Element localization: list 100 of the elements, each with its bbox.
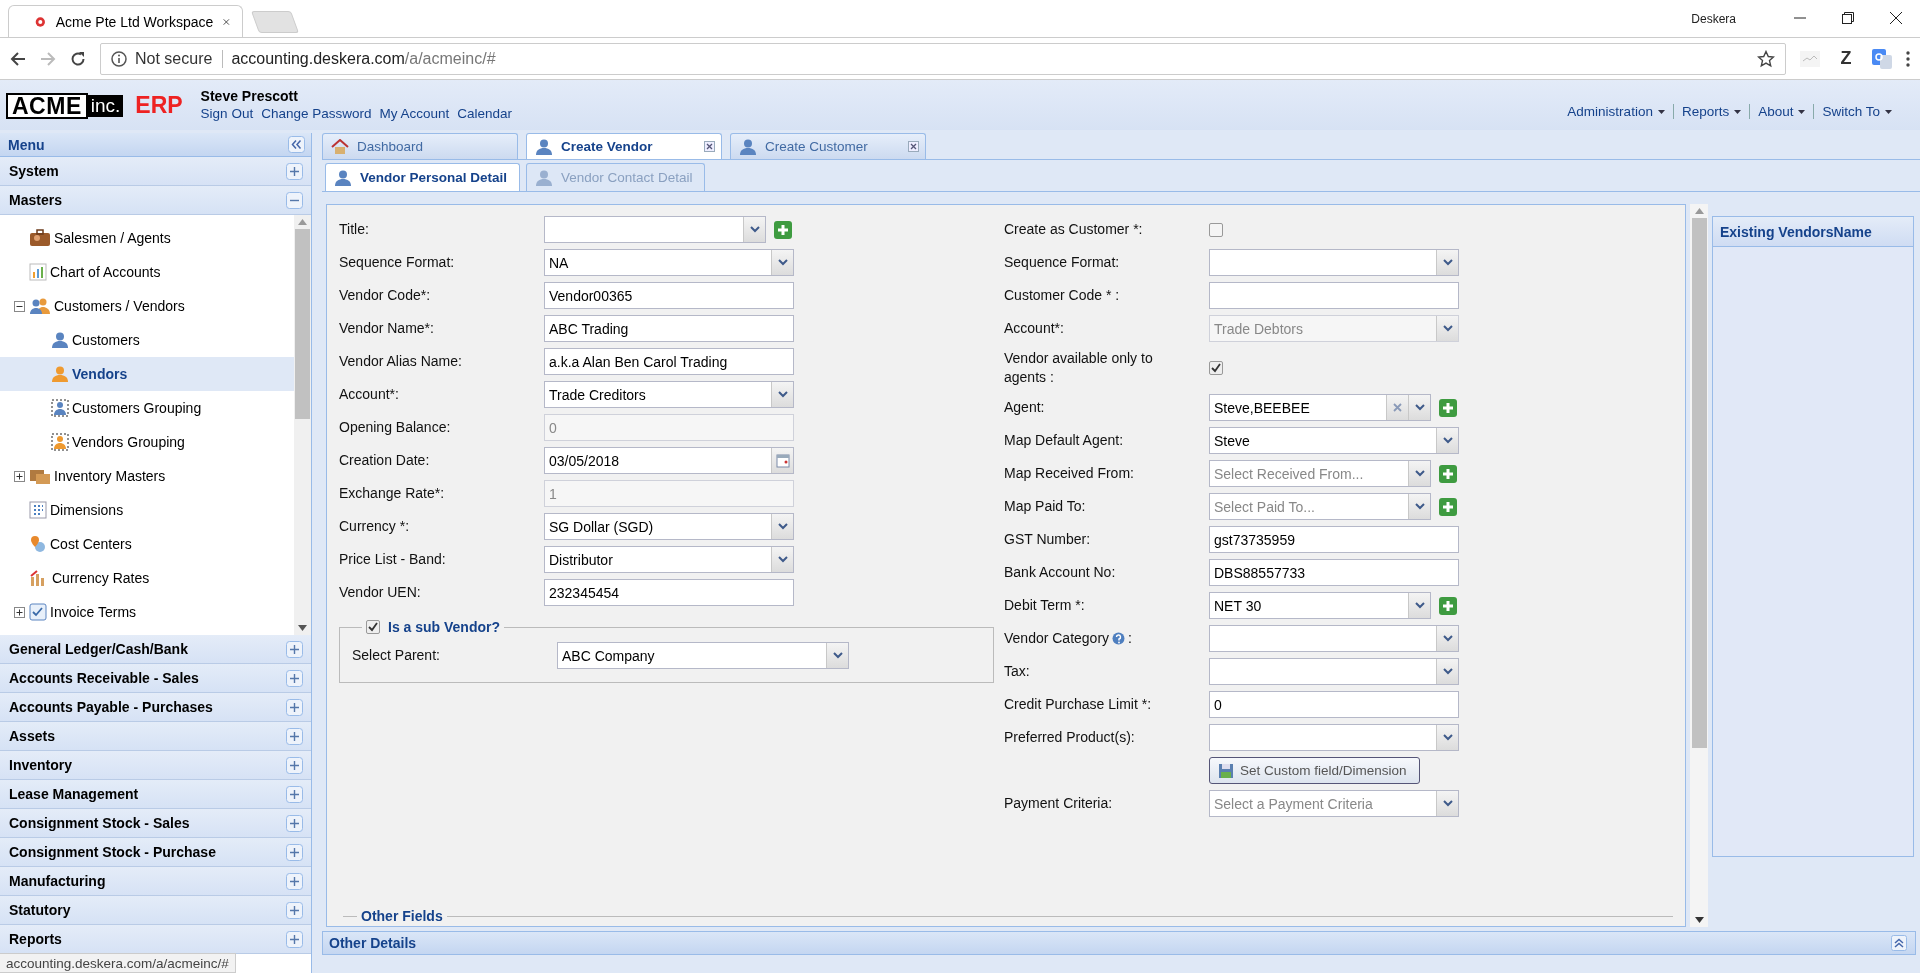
text-field[interactable]: ABC Trading [544, 315, 794, 342]
tree-item[interactable]: Inventory Masters [0, 459, 294, 493]
scrollbar[interactable] [1690, 204, 1708, 927]
checkbox[interactable] [1209, 222, 1223, 237]
reload-icon[interactable] [70, 50, 86, 67]
tree-item[interactable]: Customers [0, 323, 294, 357]
scrollbar-thumb[interactable] [1691, 218, 1707, 748]
checkbox[interactable] [1209, 361, 1223, 375]
field-label: Bank Account No: [1004, 563, 1116, 582]
menu-section[interactable]: Accounts Payable - Purchases [0, 693, 311, 722]
text-field[interactable]: 232345454 [544, 579, 794, 606]
header-link[interactable]: Calendar [457, 106, 513, 121]
field-label: Creation Date: [339, 451, 430, 470]
checkbox[interactable] [366, 620, 380, 634]
field-label: Tax: [1004, 662, 1030, 681]
dropdown-field[interactable]: Steve [1209, 427, 1459, 454]
menu-section[interactable]: System [0, 157, 311, 186]
dropdown-field[interactable]: Select Received From... [1209, 460, 1431, 487]
nav-menu[interactable]: Reports [1672, 104, 1750, 119]
add-icon [774, 220, 792, 239]
tab[interactable]: Dashboard [322, 133, 518, 159]
translate-icon[interactable] [1872, 48, 1892, 69]
text-field[interactable]: gst73735959 [1209, 526, 1459, 553]
tree-item[interactable]: Vendors [0, 357, 294, 391]
add-button[interactable] [774, 220, 792, 239]
header-link[interactable]: My Account [379, 106, 450, 121]
header-link[interactable]: Sign Out [200, 106, 254, 121]
tab[interactable]: Create Customer [730, 133, 926, 159]
date-field[interactable]: 03/05/2018 [544, 447, 794, 474]
dropdown-field[interactable]: SG Dollar (SGD) [544, 513, 794, 540]
field-label: Credit Purchase Limit *: [1004, 695, 1152, 714]
dropdown-field[interactable]: ABC Company [557, 642, 849, 669]
menu-section[interactable]: Manufacturing [0, 867, 311, 896]
caret-icon [1798, 109, 1806, 114]
tree-item[interactable]: Salesmen / Agents [0, 221, 294, 255]
close-tab-icon[interactable] [908, 141, 919, 152]
expand-up-icon[interactable] [1891, 935, 1907, 951]
nav-menu[interactable]: Administration [1559, 104, 1673, 119]
menu-section[interactable]: Masters [0, 186, 311, 215]
text-field[interactable]: a.k.a Alan Ben Carol Trading [544, 348, 794, 375]
collapse-icon[interactable] [13, 300, 25, 312]
back-icon[interactable] [10, 50, 26, 67]
other-details-bar[interactable]: Other Details [322, 931, 1916, 955]
dropdown-field[interactable]: Select a Payment Criteria [1209, 790, 1459, 817]
dropdown-field[interactable]: NA [544, 249, 794, 276]
menu-section[interactable]: Assets [0, 722, 311, 751]
dropdown-field[interactable] [1209, 658, 1459, 685]
extension-button[interactable]: Z [1834, 48, 1858, 69]
nav-menu[interactable]: Switch To [1813, 104, 1900, 119]
dropdown-field[interactable]: Trade Creditors [544, 381, 794, 408]
address-bar[interactable]: Not secure accounting.deskera.com/a/acmeinc/# [100, 42, 1786, 75]
menu-section[interactable]: General Ledger/Cash/Bank [0, 635, 311, 664]
dropdown-field[interactable] [1209, 249, 1459, 276]
menu-section[interactable]: Statutory [0, 896, 311, 925]
set-custom-field-button[interactable]: Set Custom field/Dimension [1209, 757, 1420, 784]
text-field[interactable]: 0 [1209, 691, 1459, 718]
tree-item[interactable]: Dimensions [0, 493, 294, 527]
add-button[interactable] [1439, 398, 1457, 417]
tree-item[interactable]: Chart of Accounts [0, 255, 294, 289]
dropdown-field[interactable] [1209, 724, 1459, 751]
close-icon[interactable] [223, 16, 230, 27]
menu-section[interactable]: Consignment Stock - Purchase [0, 838, 311, 867]
nav-menu[interactable]: About [1749, 104, 1814, 119]
menu-section[interactable]: Lease Management [0, 780, 311, 809]
tree-item[interactable]: Currency Rates [0, 561, 294, 595]
tree-item[interactable]: Cost Centers [0, 527, 294, 561]
person-icon [334, 168, 352, 187]
field-label: Exchange Rate*: [339, 484, 445, 503]
collapse-sidebar-icon[interactable] [288, 136, 305, 153]
header-link[interactable]: Change Password [261, 106, 372, 121]
tab[interactable]: Create Vendor [526, 133, 722, 159]
menu-icon[interactable] [1906, 50, 1910, 67]
expand-icon[interactable] [13, 606, 25, 618]
text-field[interactable]: Vendor00365 [544, 282, 794, 309]
text-field[interactable] [1209, 282, 1459, 309]
scrollbar-thumb[interactable] [295, 229, 310, 419]
menu-section[interactable]: Inventory [0, 751, 311, 780]
add-button[interactable] [1439, 464, 1457, 483]
tab[interactable]: Vendor Personal Detail [325, 163, 521, 191]
add-button[interactable] [1439, 596, 1457, 615]
browser-tab[interactable]: Acme Pte Ltd Workspace [8, 5, 243, 37]
scrollbar[interactable] [294, 215, 311, 635]
tree-item[interactable]: Customers Grouping [0, 391, 294, 425]
text-field[interactable]: DBS88557733 [1209, 559, 1459, 586]
close-tab-icon[interactable] [704, 141, 715, 152]
dropdown-field[interactable]: Distributor [544, 546, 794, 573]
dropdown-field[interactable]: Select Paid To... [1209, 493, 1431, 520]
star-icon[interactable] [1757, 49, 1775, 68]
dropdown-field[interactable] [544, 216, 766, 243]
expand-icon[interactable] [13, 470, 25, 482]
menu-section[interactable]: Accounts Receivable - Sales [0, 664, 311, 693]
menu-section[interactable]: Consignment Stock - Sales [0, 809, 311, 838]
tree-item[interactable]: Vendors Grouping [0, 425, 294, 459]
add-button[interactable] [1439, 497, 1457, 516]
dropdown-field[interactable] [1209, 625, 1459, 652]
tree-item[interactable]: Invoice Terms [0, 595, 294, 629]
tree-item[interactable]: Customers / Vendors [0, 289, 294, 323]
dropdown-field[interactable]: NET 30 [1209, 592, 1431, 619]
menu-section[interactable]: Reports [0, 925, 311, 954]
dropdown-field[interactable]: Steve,BEEBEE [1209, 394, 1431, 421]
